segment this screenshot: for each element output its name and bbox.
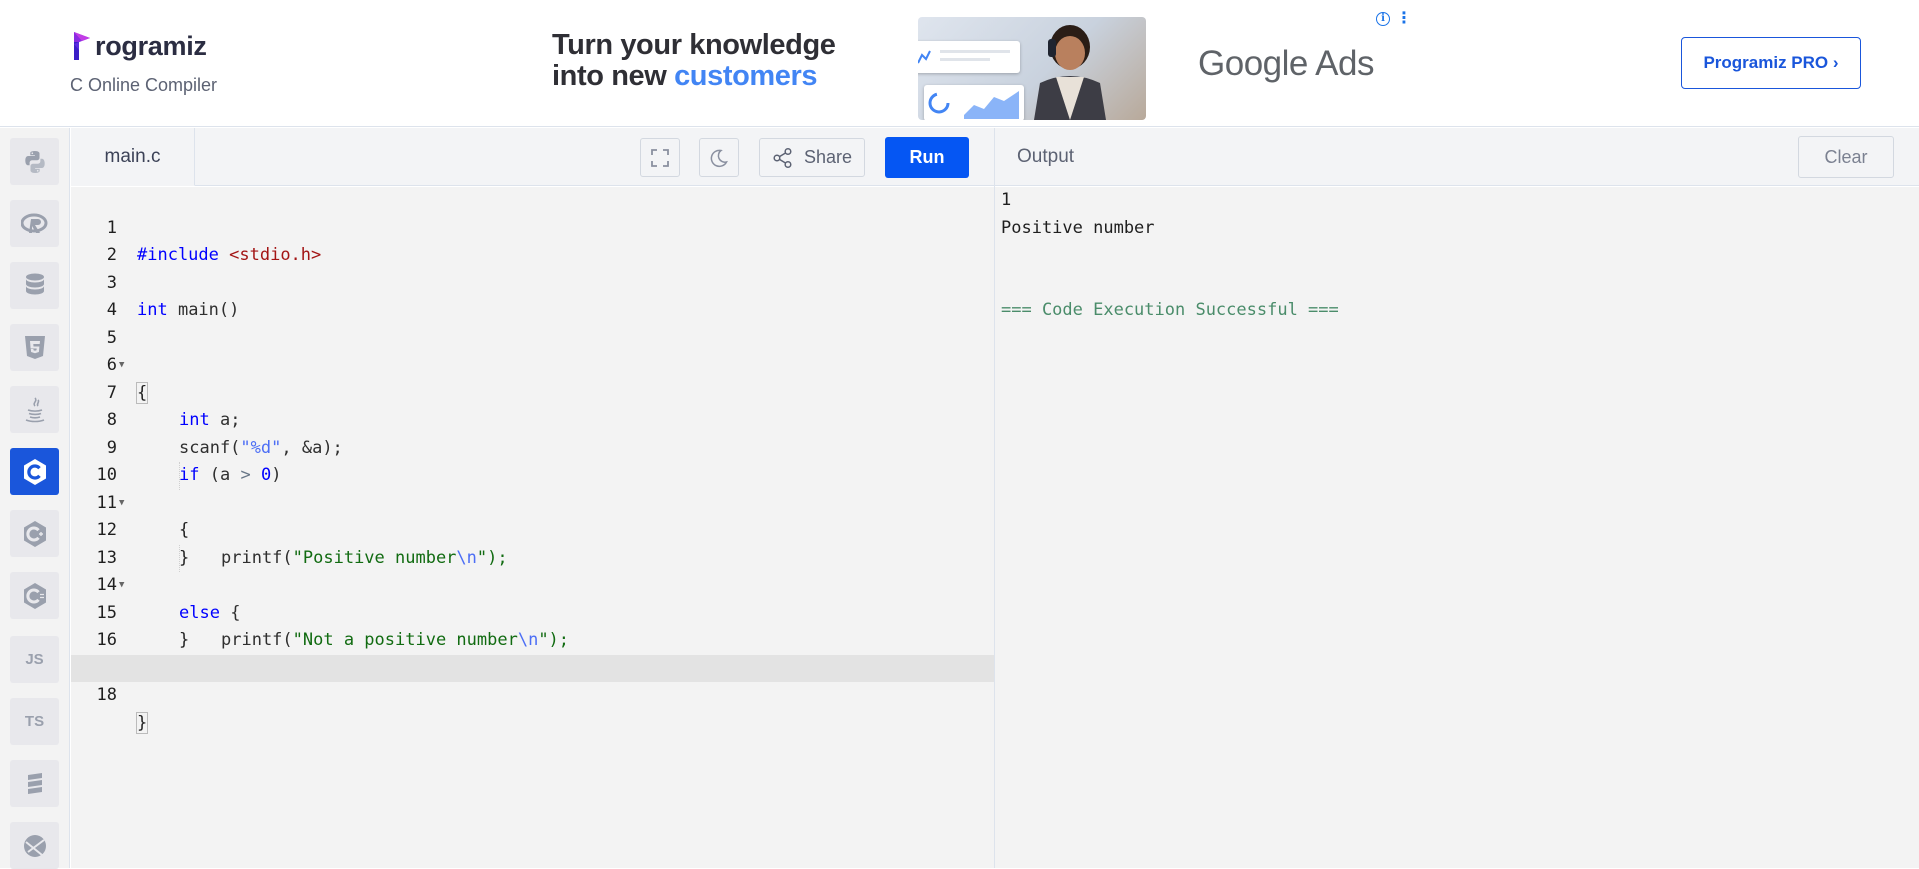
output-line: Positive number: [1001, 217, 1155, 238]
advertisement-banner[interactable]: Turn your knowledge into new customers G…: [540, 10, 1420, 120]
code-token: }: [135, 711, 149, 734]
code-line: 17: [71, 627, 994, 678]
java-icon[interactable]: [10, 386, 59, 433]
share-icon: [773, 147, 792, 168]
code-line: 5 ▼ {: [71, 297, 994, 404]
indent-guide: [179, 462, 180, 490]
database-icon[interactable]: [10, 262, 59, 309]
c-lang-icon[interactable]: [10, 448, 59, 495]
code-line: 4: [71, 270, 994, 320]
ad-headline-line2: into new customers: [552, 61, 836, 92]
ad-choices[interactable]: i ⋮: [1376, 10, 1412, 28]
typescript-icon[interactable]: TS: [10, 698, 59, 745]
code-line: 1 #include <stdio.h>: [71, 187, 994, 266]
output-console[interactable]: 1 Positive number === Code Execution Suc…: [995, 187, 1919, 868]
code-line: 12 }: [71, 490, 994, 568]
code-line-current: 18 }: [71, 654, 994, 734]
top-header: rogramiz C Online Compiler Turn your kno…: [0, 0, 1919, 127]
programiz-logo[interactable]: rogramiz: [72, 30, 207, 62]
ad-headline-line2-prefix: into new: [552, 60, 675, 92]
ad-headline: Turn your knowledge into new customers: [552, 30, 836, 92]
clear-button[interactable]: Clear: [1798, 136, 1894, 178]
run-button[interactable]: Run: [885, 137, 969, 178]
fullscreen-icon: [651, 148, 669, 167]
code-line: 10 ▼ {: [71, 435, 994, 540]
moon-icon: [710, 149, 728, 167]
ad-photo: [918, 17, 1146, 120]
language-sidebar: JS TS: [0, 128, 70, 869]
code-line: 13 ▼ else {: [71, 517, 994, 623]
file-tab-main-c[interactable]: main.c: [71, 128, 195, 186]
javascript-label: JS: [25, 651, 44, 668]
compiler-subtitle: C Online Compiler: [70, 75, 218, 95]
code-line: 2: [71, 215, 994, 265]
theme-toggle-button[interactable]: [699, 138, 739, 177]
logo-text: rogramiz: [95, 30, 207, 61]
kebab-menu-icon[interactable]: ⋮: [1396, 11, 1412, 27]
code-line: 14 printf("Not a positive number\n");: [71, 544, 994, 650]
share-label: Share: [803, 147, 852, 167]
output-title: Output: [1017, 146, 1075, 167]
python-icon[interactable]: [10, 138, 59, 185]
code-editor[interactable]: 1 #include <stdio.h> 2 3 int main() 4 5 …: [71, 187, 994, 868]
code-line: 16 return 0;: [71, 600, 994, 678]
output-line: 1: [1001, 190, 1012, 210]
typescript-label: TS: [24, 713, 45, 730]
text-cursor: [147, 712, 149, 733]
code-line: 11 printf("Positive number\n");: [71, 462, 994, 568]
info-icon[interactable]: i: [1376, 12, 1390, 26]
code-line: 9 if (a > 0): [71, 407, 994, 486]
code-text: }: [135, 710, 149, 738]
ad-headline-line1: Turn your knowledge: [552, 29, 836, 61]
code-line: 3 int main(): [71, 242, 994, 321]
programiz-pro-button[interactable]: Programiz PRO ›: [1681, 37, 1861, 89]
javascript-icon[interactable]: JS: [10, 636, 59, 683]
globe-icon[interactable]: [10, 822, 59, 869]
fullscreen-button[interactable]: [640, 138, 680, 177]
ad-chart-card: [924, 85, 1024, 120]
share-button[interactable]: Share: [759, 138, 865, 177]
google-ads-brand: Google Ads: [1198, 44, 1374, 84]
code-line: 7 int a;: [71, 352, 994, 431]
code-line: 15 }: [71, 572, 994, 651]
ad-person-image: [1026, 21, 1114, 120]
ads-wordmark: Ads: [1307, 44, 1374, 83]
line-number: 18: [96, 685, 117, 705]
html5-icon[interactable]: [10, 324, 59, 371]
output-toolbar: Output Clear: [995, 128, 1919, 186]
code-line: 8 scanf("%d", &a);: [71, 380, 994, 458]
r-lang-icon[interactable]: [10, 200, 59, 247]
ad-headline-accent: customers: [674, 60, 818, 92]
code-line: 6: [71, 325, 994, 375]
cpp-icon[interactable]: [10, 510, 59, 557]
indent-guide: [179, 544, 180, 572]
programiz-logo-mark-icon: [72, 30, 94, 62]
ad-graph-card: [918, 41, 1020, 73]
stack-icon[interactable]: [10, 760, 59, 807]
execution-status: === Code Execution Successful ===: [1001, 300, 1339, 320]
csharp-icon[interactable]: [10, 572, 59, 619]
google-wordmark: Google: [1198, 44, 1308, 83]
editor-toolbar: main.c Share Run: [71, 128, 994, 186]
